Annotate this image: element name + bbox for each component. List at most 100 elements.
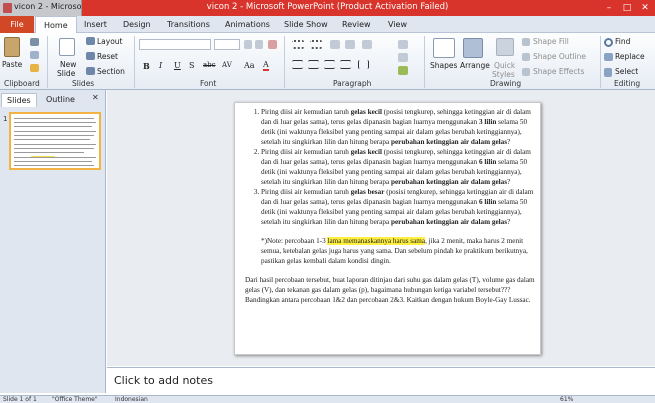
shapes-icon[interactable] <box>433 38 455 58</box>
line-spacing-icon[interactable] <box>362 40 372 49</box>
new-slide-label[interactable]: New <box>60 60 76 69</box>
grow-font-icon[interactable] <box>244 40 252 49</box>
find-icon <box>604 38 613 47</box>
slide-text-box[interactable]: Piring diisi air kemudian taruh gelas ke… <box>245 107 537 305</box>
increase-indent-icon[interactable] <box>345 40 355 49</box>
new-slide-icon[interactable] <box>59 38 75 56</box>
smartart-icon[interactable] <box>398 66 408 75</box>
tab-design[interactable]: Design <box>123 16 151 33</box>
shape-effects-button[interactable]: Shape Effects <box>533 67 584 76</box>
zoom-level[interactable]: 61% <box>560 396 573 403</box>
format-painter-icon[interactable] <box>30 64 39 72</box>
font-color-button[interactable]: A <box>263 60 269 71</box>
align-left-icon[interactable] <box>292 60 303 69</box>
shape-outline-button[interactable]: Shape Outline <box>533 52 586 61</box>
new-slide-label-2[interactable]: Slide <box>57 69 75 78</box>
theme-name: "Office Theme" <box>52 396 98 403</box>
group-separator <box>134 36 135 88</box>
tab-slide-show[interactable]: Slide Show <box>284 16 328 33</box>
quick-styles-icon[interactable] <box>496 38 514 56</box>
title-bar: vicon 2 - Microso vicon 2 - Microsoft Po… <box>0 0 655 16</box>
paste-icon[interactable] <box>4 37 20 57</box>
font-size-dropdown[interactable] <box>214 39 240 50</box>
text-direction-icon[interactable] <box>398 40 408 49</box>
drawing-group-label: Drawing <box>490 79 522 88</box>
highlighted-text: lama memanaskannya harus sama <box>327 237 426 245</box>
paragraph-group-label: Paragraph <box>333 79 372 88</box>
slide-editor: Piring diisi air kemudian taruh gelas ke… <box>107 90 655 366</box>
language-indicator[interactable]: Indonesian <box>115 396 148 403</box>
shape-outline-icon <box>522 53 530 61</box>
bullets-icon[interactable] <box>292 40 304 49</box>
group-separator <box>284 36 285 88</box>
arrange-button[interactable]: Arrange <box>460 61 490 70</box>
shape-fill-button[interactable]: Shape Fill <box>533 37 569 46</box>
experiment-list: Piring diisi air kemudian taruh gelas ke… <box>261 107 537 227</box>
close-pane-icon[interactable]: ✕ <box>92 93 99 102</box>
font-name-dropdown[interactable] <box>139 39 211 50</box>
cut-icon[interactable] <box>30 38 39 46</box>
replace-button[interactable]: Replace <box>615 52 645 61</box>
arrange-icon[interactable] <box>463 38 483 58</box>
paste-button[interactable]: Paste <box>2 60 22 69</box>
tab-outline[interactable]: Outline <box>41 93 80 107</box>
underline-button[interactable]: U <box>174 61 181 70</box>
notes-placeholder[interactable]: Click to add notes <box>114 374 213 387</box>
layout-icon <box>86 37 95 45</box>
instruction-paragraph: Dari hasil percobaan tersebut, buat lapo… <box>245 276 535 304</box>
list-item: Piring diisi air kemudian taruh gelas be… <box>261 187 537 227</box>
reset-icon <box>86 52 95 60</box>
align-text-icon[interactable] <box>398 53 408 62</box>
align-right-icon[interactable] <box>324 60 335 69</box>
editing-group-label: Editing <box>614 79 641 88</box>
align-center-icon[interactable] <box>308 60 319 69</box>
character-spacing-button[interactable]: AV <box>222 61 232 69</box>
layout-button[interactable]: Layout <box>97 37 123 46</box>
window-title: vicon 2 - Microsoft PowerPoint (Product … <box>206 2 449 12</box>
reset-button[interactable]: Reset <box>97 52 118 61</box>
minimize-button[interactable]: – <box>600 0 618 16</box>
slide-canvas[interactable]: Piring diisi air kemudian taruh gelas ke… <box>234 102 541 355</box>
columns-icon[interactable] <box>358 60 369 69</box>
numbering-icon[interactable] <box>310 40 322 49</box>
find-button[interactable]: Find <box>615 37 630 46</box>
clear-formatting-icon[interactable] <box>268 40 277 49</box>
copy-icon[interactable] <box>30 51 39 59</box>
slide-counter: Slide 1 of 1 <box>3 396 37 403</box>
decrease-indent-icon[interactable] <box>330 40 340 49</box>
font-group-label: Font <box>200 79 217 88</box>
justify-icon[interactable] <box>340 60 351 69</box>
close-button[interactable]: ✕ <box>636 0 654 16</box>
slide-thumbnail[interactable] <box>9 112 101 170</box>
ribbon-tab-row: File Home Insert Design Transitions Anim… <box>0 16 655 34</box>
ribbon: Paste Clipboard New Slide Layout Reset S… <box>0 33 655 90</box>
tab-file[interactable]: File <box>0 16 34 33</box>
select-button[interactable]: Select <box>615 67 638 76</box>
section-button[interactable]: Section <box>97 67 125 76</box>
list-item: Piring diisi air kemudian taruh gelas ke… <box>261 107 537 147</box>
select-arrow-icon <box>604 68 612 77</box>
tab-insert[interactable]: Insert <box>84 16 107 33</box>
tab-review[interactable]: Review <box>342 16 371 33</box>
shrink-font-icon[interactable] <box>255 40 263 49</box>
shadow-button[interactable]: S <box>189 61 194 70</box>
shapes-button[interactable]: Shapes <box>430 61 457 70</box>
tab-slides[interactable]: Slides <box>1 93 37 107</box>
shape-fill-icon <box>522 38 530 46</box>
clipboard-group-label: Clipboard <box>4 79 40 88</box>
quick-styles-label[interactable]: Quick <box>494 61 515 70</box>
group-separator <box>424 36 425 88</box>
tab-home[interactable]: Home <box>35 16 77 34</box>
italic-button[interactable]: I <box>159 61 162 70</box>
change-case-button[interactable]: Aa <box>244 61 255 70</box>
quick-styles-label-2[interactable]: Styles <box>492 70 515 79</box>
tab-transitions[interactable]: Transitions <box>167 16 210 33</box>
strikethrough-button[interactable]: abc <box>203 61 216 69</box>
note-paragraph: *)Note: percobaan 1-3 lama memanaskannya… <box>261 237 528 265</box>
maximize-button[interactable]: □ <box>618 0 636 16</box>
tab-animations[interactable]: Animations <box>225 16 270 33</box>
tab-view[interactable]: View <box>388 16 407 33</box>
replace-icon <box>604 53 613 61</box>
bold-button[interactable]: B <box>143 61 150 71</box>
notes-pane[interactable]: Click to add notes <box>107 367 655 395</box>
